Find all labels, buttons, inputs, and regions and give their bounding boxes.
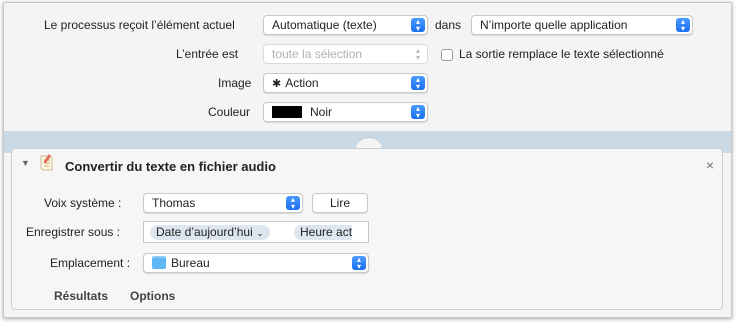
filename-token-field[interactable]: Date d’aujourd’hui ⌄ Heure act	[143, 221, 369, 243]
popup-stepper-icon: ▴ ▾	[286, 196, 300, 211]
voice-popup[interactable]: Thomas ▴ ▾	[143, 193, 303, 213]
script-icon	[40, 154, 53, 171]
input-popup: toute la sélection ▴ ▾	[263, 44, 428, 64]
in-label: dans	[435, 18, 462, 32]
disclosure-triangle-icon[interactable]: ▼	[21, 158, 30, 168]
color-swatch	[272, 105, 302, 118]
popup-stepper-icon: ▴ ▾	[676, 18, 690, 33]
color-label: Couleur	[208, 105, 251, 119]
workflow-window: Le processus reçoit l’élément actuel Aut…	[3, 2, 732, 318]
save-as-label: Enregistrer sous :	[26, 225, 121, 239]
tab-results[interactable]: Résultats	[54, 289, 108, 303]
image-popup[interactable]: ✱ Action ▴ ▾	[263, 73, 428, 93]
location-value: Bureau	[171, 256, 210, 270]
voice-label: Voix système :	[44, 196, 122, 210]
receives-value: Automatique (texte)	[272, 18, 377, 32]
receives-label: Le processus reçoit l’élément actuel	[44, 18, 235, 32]
tab-options[interactable]: Options	[130, 289, 175, 303]
popup-stepper-icon: ▴ ▾	[415, 46, 420, 62]
input-label: L’entrée est	[176, 47, 239, 61]
popup-stepper-icon: ▴ ▾	[411, 105, 425, 120]
location-label: Emplacement :	[50, 256, 131, 270]
voice-value: Thomas	[152, 196, 196, 210]
action-card: ▼ Convertir du texte en fichier audio × …	[11, 148, 723, 310]
popup-stepper-icon: ▴ ▾	[352, 256, 366, 271]
play-button[interactable]: Lire	[312, 193, 368, 213]
application-popup[interactable]: N’importe quelle application ▴ ▾	[471, 15, 693, 35]
close-icon[interactable]: ×	[706, 157, 714, 173]
folder-icon	[152, 256, 166, 270]
replace-output-label: La sortie remplace le texte sélectionné	[459, 47, 664, 61]
popup-stepper-icon: ▴ ▾	[411, 18, 425, 33]
image-label: Image	[218, 76, 252, 90]
date-token[interactable]: Date d’aujourd’hui ⌄	[150, 225, 270, 240]
chevron-down-icon: ⌄	[256, 228, 264, 238]
application-value: N’importe quelle application	[480, 18, 628, 32]
color-popup[interactable]: Noir ▴ ▾	[263, 102, 428, 122]
gear-icon: ✱	[272, 78, 282, 90]
receives-popup[interactable]: Automatique (texte) ▴ ▾	[263, 15, 428, 35]
popup-stepper-icon: ▴ ▾	[411, 76, 425, 91]
replace-output-checkbox[interactable]	[441, 49, 453, 61]
date-token-label: Date d’aujourd’hui	[156, 225, 253, 239]
action-title: Convertir du texte en fichier audio	[65, 159, 276, 174]
time-token[interactable]: Heure act	[294, 225, 353, 240]
image-value: Action	[285, 76, 319, 90]
input-value: toute la sélection	[272, 47, 363, 61]
location-popup[interactable]: Bureau ▴ ▾	[143, 253, 369, 273]
color-value: Noir	[310, 105, 333, 119]
